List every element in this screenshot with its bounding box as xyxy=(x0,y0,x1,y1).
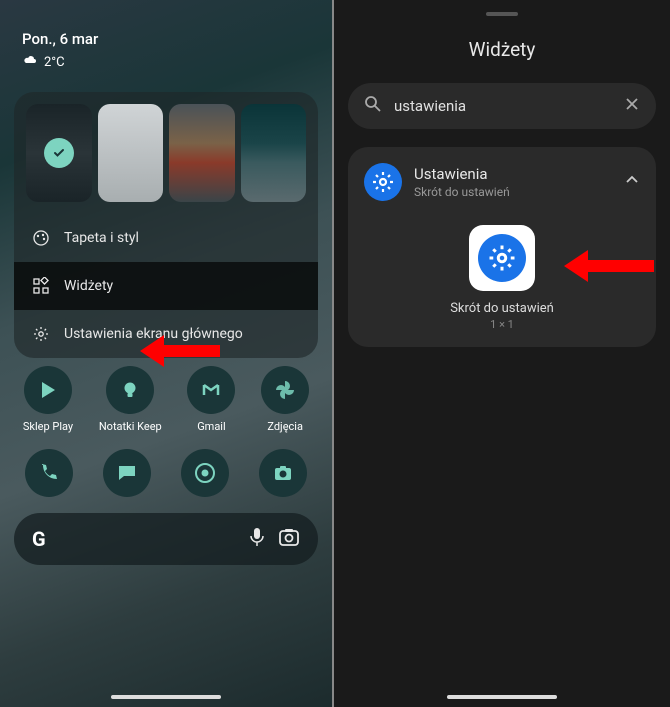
nav-handle[interactable] xyxy=(111,695,221,699)
widget-size: 1 × 1 xyxy=(490,318,514,331)
search-input[interactable] xyxy=(394,97,612,115)
check-icon xyxy=(44,138,74,168)
play-icon xyxy=(24,366,72,414)
app-phone[interactable] xyxy=(25,449,73,497)
group-title: Ustawienia xyxy=(414,165,612,183)
search-icon xyxy=(364,95,382,117)
gmail-icon xyxy=(187,366,235,414)
wallpaper-option-2[interactable] xyxy=(98,104,164,202)
wallpaper-option-1[interactable] xyxy=(26,104,92,202)
wallpaper-option-3[interactable] xyxy=(169,104,235,202)
menu-label: Ustawienia ekranu głównego xyxy=(64,326,243,342)
home-context-menu: Tapeta i styl Widżety Ustawienia ekranu … xyxy=(14,92,318,358)
widget-tile xyxy=(469,225,535,291)
group-header[interactable]: Ustawienia Skrót do ustawień xyxy=(364,163,640,201)
app-label: Notatki Keep xyxy=(99,420,162,433)
palette-icon xyxy=(32,229,50,247)
sheet-handle[interactable] xyxy=(486,12,518,16)
widget-search-field[interactable] xyxy=(348,83,656,129)
mic-icon[interactable] xyxy=(248,527,266,551)
group-subtitle: Skrót do ustawień xyxy=(414,185,612,199)
favorites-row xyxy=(0,433,332,497)
status-area: Pon., 6 mar 2°C xyxy=(0,0,332,80)
menu-wallpaper-style[interactable]: Tapeta i styl xyxy=(14,214,318,262)
wallpaper-option-4[interactable] xyxy=(241,104,307,202)
app-camera[interactable] xyxy=(259,449,307,497)
app-label: Zdjęcia xyxy=(267,420,303,433)
widgets-sheet-panel: Widżety Ustawienia Skrót do ustawień xyxy=(334,0,670,707)
menu-label: Widżety xyxy=(64,278,113,294)
clear-icon[interactable] xyxy=(624,96,640,116)
search-bar[interactable]: G xyxy=(14,513,318,565)
app-keep[interactable]: Notatki Keep xyxy=(99,366,162,433)
lens-icon[interactable] xyxy=(278,527,300,551)
sheet-title: Widżety xyxy=(334,38,670,61)
app-photos[interactable]: Zdjęcia xyxy=(261,366,309,433)
app-gmail[interactable]: Gmail xyxy=(187,366,235,433)
app-label: Sklep Play xyxy=(23,420,73,433)
app-play-store[interactable]: Sklep Play xyxy=(23,366,73,433)
temperature-text: 2°C xyxy=(44,55,65,70)
cloud-icon xyxy=(22,54,38,70)
gear-icon xyxy=(478,234,526,282)
wallpaper-previews xyxy=(14,92,318,214)
menu-home-settings[interactable]: Ustawienia ekranu głównego xyxy=(14,310,318,358)
menu-label: Tapeta i styl xyxy=(64,230,139,246)
photos-icon xyxy=(261,366,309,414)
chevron-up-icon xyxy=(624,172,640,192)
nav-handle[interactable] xyxy=(447,695,557,699)
weather-row[interactable]: 2°C xyxy=(22,54,310,70)
gear-icon xyxy=(32,325,50,343)
settings-app-icon xyxy=(364,163,402,201)
menu-widgets[interactable]: Widżety xyxy=(14,262,318,310)
widget-preview[interactable]: Skrót do ustawień 1 × 1 xyxy=(364,225,640,331)
widget-group-settings: Ustawienia Skrót do ustawień Skrót do us… xyxy=(348,147,656,347)
app-messages[interactable] xyxy=(103,449,151,497)
home-screen-panel: Pon., 6 mar 2°C Tapeta i styl xyxy=(0,0,332,707)
google-icon: G xyxy=(32,527,46,551)
widget-label: Skrót do ustawień xyxy=(450,301,554,316)
app-label: Gmail xyxy=(197,420,225,433)
date-text[interactable]: Pon., 6 mar xyxy=(22,30,310,48)
bulb-icon xyxy=(106,366,154,414)
app-chrome[interactable] xyxy=(181,449,229,497)
widgets-icon xyxy=(32,277,50,295)
app-row: Sklep Play Notatki Keep Gmail Zdjęcia xyxy=(0,358,332,433)
